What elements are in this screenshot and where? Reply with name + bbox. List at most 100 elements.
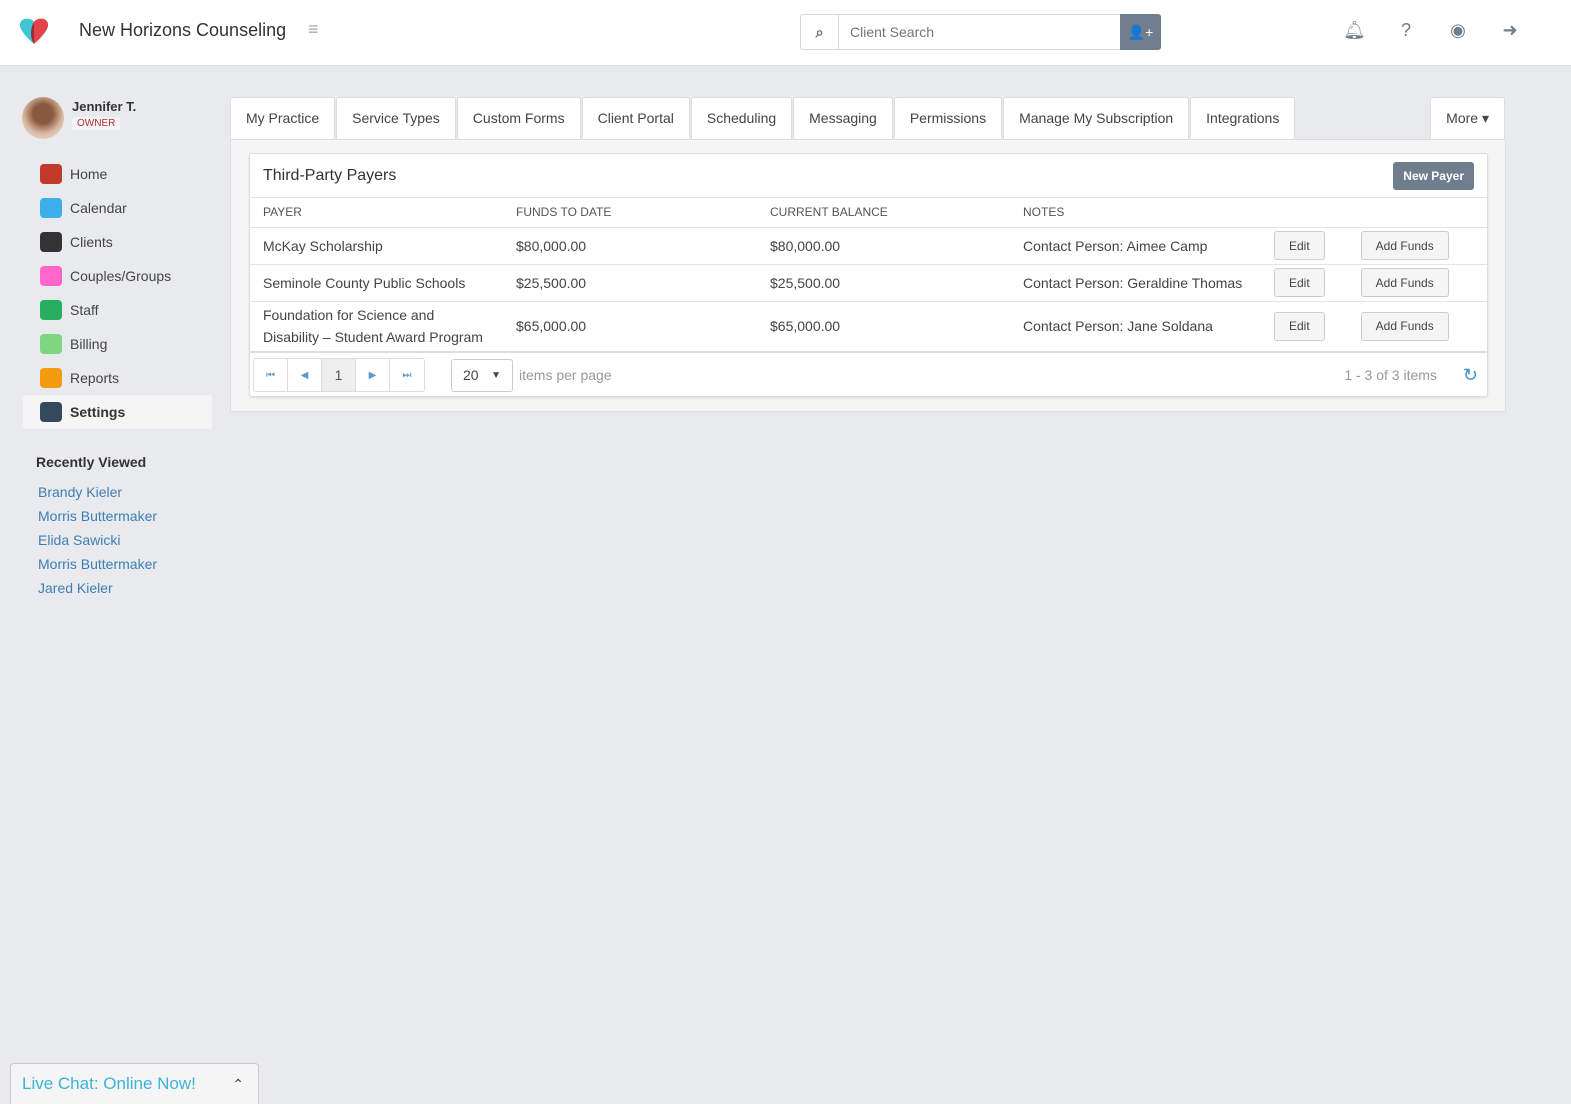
sidebar-item-label: Couples/Groups: [70, 268, 172, 284]
page-size-select[interactable]: 20 ▼: [451, 358, 513, 392]
recent-client-link[interactable]: Brandy Kieler: [38, 484, 157, 508]
table-row: Seminole County Public Schools $25,500.0…: [250, 264, 1487, 302]
column-header[interactable]: NOTES: [1010, 198, 1264, 228]
billing-icon: [40, 334, 62, 354]
top-bar: New Horizons Counseling ≡ ⌕ 👤+ 🔔︎ ? ◉ ➜: [0, 0, 1571, 66]
edit-button[interactable]: Edit: [1274, 231, 1325, 260]
role-badge: OWNER: [72, 117, 121, 130]
search-icon[interactable]: ⌕: [801, 15, 839, 49]
add-funds-button[interactable]: Add Funds: [1360, 268, 1449, 297]
user-name: Jennifer T.: [72, 99, 137, 114]
account-icon[interactable]: ◉: [1447, 20, 1469, 42]
settings-panel: My Practice Service Types Custom Forms Clie…: [230, 97, 1506, 412]
sidebar-item-label: Calendar: [70, 200, 127, 216]
tab-manage-my-subscription[interactable]: Manage My Subscription: [1003, 97, 1190, 139]
prev-page-icon[interactable]: ◀: [288, 359, 322, 391]
tab-service-types[interactable]: Service Types: [336, 97, 456, 139]
sidebar-item-label: Clients: [70, 234, 113, 250]
chevron-up-icon[interactable]: ⌃: [232, 1076, 244, 1093]
recent-client-link[interactable]: Elida Sawicki: [38, 532, 157, 556]
sidebar-item-label: Reports: [70, 370, 120, 386]
recent-client-link[interactable]: Jared Kieler: [38, 580, 157, 604]
logo-heart-icon: [19, 18, 49, 44]
more-label: More: [1446, 110, 1479, 126]
client-search: ⌕ 👤+: [800, 14, 1161, 50]
group-icon: [40, 266, 62, 286]
edit-button[interactable]: Edit: [1274, 268, 1325, 297]
avatar[interactable]: [22, 97, 64, 139]
refresh-icon[interactable]: ↻: [1463, 365, 1478, 386]
new-payer-button[interactable]: New Payer: [1393, 161, 1474, 190]
brand-name[interactable]: New Horizons Counseling: [79, 20, 286, 41]
recent-client-link[interactable]: Morris Buttermaker: [38, 508, 157, 532]
tab-permissions[interactable]: Permissions: [893, 97, 1003, 139]
add-funds-button[interactable]: Add Funds: [1360, 231, 1449, 260]
sidebar-item-staff[interactable]: Staff: [23, 293, 212, 327]
edit-button[interactable]: Edit: [1274, 311, 1325, 341]
sidebar-item-label: Home: [70, 166, 108, 182]
recently-viewed: Recently Viewed Brandy Kieler Morris Butt…: [36, 454, 157, 604]
funds-to-date: $25,500.00: [503, 264, 757, 302]
live-chat-bar[interactable]: Live Chat: Online Now! ⌃: [10, 1063, 259, 1104]
sidebar-item-settings[interactable]: Settings: [23, 395, 212, 429]
sidebar-item-calendar[interactable]: Calendar: [23, 191, 212, 225]
payer-name: Seminole County Public Schools: [250, 264, 503, 302]
current-balance: $80,000.00: [757, 227, 1010, 265]
bell-icon[interactable]: 🔔︎: [1343, 20, 1366, 42]
client-search-input[interactable]: [839, 15, 1120, 49]
current-page[interactable]: 1: [322, 359, 356, 391]
payer-name: McKay Scholarship: [250, 227, 503, 265]
sidebar-item-couples-groups[interactable]: Couples/Groups: [23, 259, 212, 293]
column-header[interactable]: FUNDS TO DATE: [503, 198, 757, 228]
payers-table: PAYER FUNDS TO DATE CURRENT BALANCE NOTE…: [250, 198, 1487, 353]
pager: ⏮ ◀ 1 ▶ ⏭ 20 ▼ items per page 1 - 3 of 3 …: [250, 353, 1487, 397]
current-balance: $65,000.00: [757, 301, 1010, 353]
staff-icon: [40, 300, 62, 320]
reports-icon: [40, 368, 62, 388]
recent-client-link[interactable]: Morris Buttermaker: [38, 556, 157, 580]
home-icon: [40, 164, 62, 184]
settings-tabs: My Practice Service Types Custom Forms Clie…: [230, 97, 1506, 139]
pager-info: 1 - 3 of 3 items: [1344, 367, 1437, 383]
add-client-button[interactable]: 👤+: [1120, 14, 1161, 50]
sidebar-item-reports[interactable]: Reports: [23, 361, 212, 395]
client-icon: [40, 232, 62, 252]
third-party-payers-card: Third-Party Payers New Payer PAYER FUNDS…: [249, 153, 1488, 397]
menu-toggle-icon[interactable]: ≡: [308, 19, 319, 40]
items-per-page-label: items per page: [519, 367, 612, 383]
tab-client-portal[interactable]: Client Portal: [581, 97, 690, 139]
sidebar-item-clients[interactable]: Clients: [23, 225, 212, 259]
column-header[interactable]: CURRENT BALANCE: [757, 198, 1010, 228]
sidebar-item-label: Staff: [70, 302, 99, 318]
notes: Contact Person: Jane Soldana: [1010, 301, 1264, 353]
sidebar-item-label: Billing: [70, 336, 108, 352]
sidebar-nav: Home Calendar Clients Couples/Groups Staff Bi…: [23, 157, 212, 429]
live-chat-label: Live Chat: Online Now!: [22, 1074, 196, 1093]
tab-my-practice[interactable]: My Practice: [230, 97, 336, 139]
recently-viewed-title: Recently Viewed: [36, 454, 147, 470]
help-icon[interactable]: ?: [1395, 20, 1417, 42]
current-balance: $25,500.00: [757, 264, 1010, 302]
tab-scheduling[interactable]: Scheduling: [690, 97, 793, 139]
add-funds-button[interactable]: Add Funds: [1360, 311, 1449, 341]
sidebar-item-label: Settings: [70, 404, 126, 420]
tab-custom-forms[interactable]: Custom Forms: [456, 97, 581, 139]
tab-more[interactable]: More ▾: [1430, 97, 1505, 139]
sidebar-item-home[interactable]: Home: [23, 157, 212, 191]
card-title: Third-Party Payers: [263, 166, 397, 184]
last-page-icon[interactable]: ⏭: [390, 359, 424, 391]
logout-icon[interactable]: ➜: [1499, 20, 1521, 42]
table-row: McKay Scholarship $80,000.00 $80,000.00 …: [250, 227, 1487, 265]
first-page-icon[interactable]: ⏮: [254, 359, 288, 391]
settings-icon: [40, 402, 62, 422]
sidebar-item-billing[interactable]: Billing: [23, 327, 212, 361]
notes: Contact Person: Aimee Camp: [1010, 227, 1264, 265]
next-page-icon[interactable]: ▶: [356, 359, 390, 391]
payer-name: Foundation for Science and Disability – …: [250, 301, 503, 353]
page-size-value: 20: [463, 367, 479, 383]
tab-messaging[interactable]: Messaging: [793, 97, 893, 139]
caret-down-icon: ▼: [491, 369, 501, 381]
funds-to-date: $65,000.00: [503, 301, 757, 353]
tab-integrations[interactable]: Integrations: [1190, 97, 1296, 139]
column-header[interactable]: PAYER: [250, 198, 503, 228]
